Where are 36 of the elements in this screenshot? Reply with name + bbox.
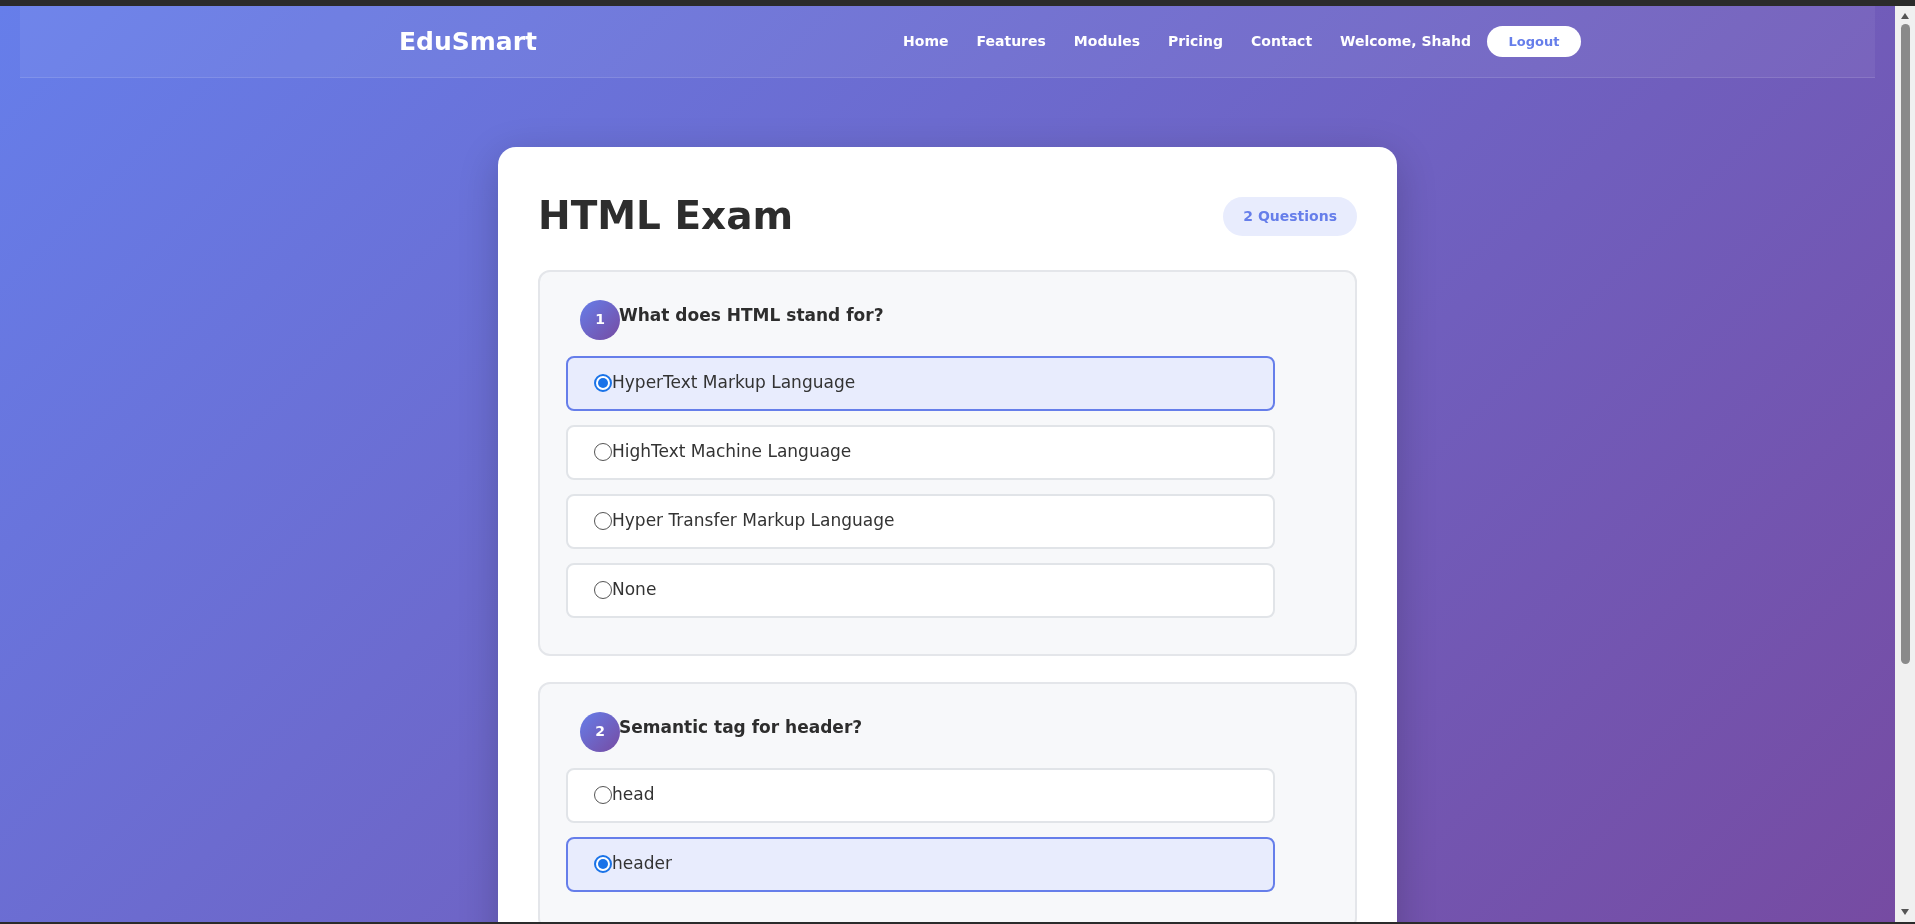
nav-link[interactable]: Contact bbox=[1251, 31, 1313, 52]
radio-button[interactable] bbox=[594, 786, 612, 804]
scroll-up-icon[interactable] bbox=[1900, 12, 1910, 20]
question-text: Semantic tag for header? bbox=[619, 715, 863, 739]
answer-option[interactable]: Hyper Transfer Markup Language bbox=[566, 493, 1275, 549]
option-label: None bbox=[612, 578, 657, 602]
question-count: 2 Questions bbox=[1223, 196, 1357, 236]
scroll-down-icon[interactable] bbox=[1900, 908, 1910, 916]
nav-link[interactable]: Pricing bbox=[1168, 31, 1224, 52]
option-label: HighText Machine Language bbox=[612, 440, 852, 464]
radio-button[interactable] bbox=[594, 512, 612, 530]
welcome-text: Welcome, Shahd bbox=[1340, 32, 1471, 51]
question-number: 2 bbox=[580, 711, 620, 752]
option-label: head bbox=[612, 783, 655, 807]
radio-button[interactable] bbox=[594, 374, 612, 392]
question-number: 1 bbox=[580, 299, 620, 340]
nav-link[interactable]: Home bbox=[903, 31, 949, 52]
option-label: Hyper Transfer Markup Language bbox=[612, 509, 895, 533]
answer-option[interactable]: HyperText Markup Language bbox=[566, 355, 1275, 411]
radio-button[interactable] bbox=[594, 581, 612, 599]
answer-option[interactable]: head bbox=[566, 767, 1275, 823]
scrollbar[interactable] bbox=[1895, 6, 1915, 922]
question-text: What does HTML stand for? bbox=[619, 303, 884, 327]
answer-option[interactable]: None bbox=[566, 562, 1275, 618]
option-label: header bbox=[612, 852, 672, 876]
answer-option[interactable]: header bbox=[566, 836, 1275, 892]
radio-button[interactable] bbox=[594, 855, 612, 873]
answer-option[interactable]: HighText Machine Language bbox=[566, 424, 1275, 480]
nav-link[interactable]: Features bbox=[976, 31, 1046, 52]
exam-title: HTML Exam bbox=[538, 192, 794, 240]
scrollbar-thumb[interactable] bbox=[1900, 24, 1910, 664]
option-label: HyperText Markup Language bbox=[612, 371, 856, 395]
nav-link[interactable]: Modules bbox=[1073, 31, 1140, 52]
radio-button[interactable] bbox=[594, 443, 612, 461]
brand-logo[interactable]: EduSmart bbox=[399, 22, 537, 61]
logout-button[interactable]: Logout bbox=[1487, 26, 1581, 57]
